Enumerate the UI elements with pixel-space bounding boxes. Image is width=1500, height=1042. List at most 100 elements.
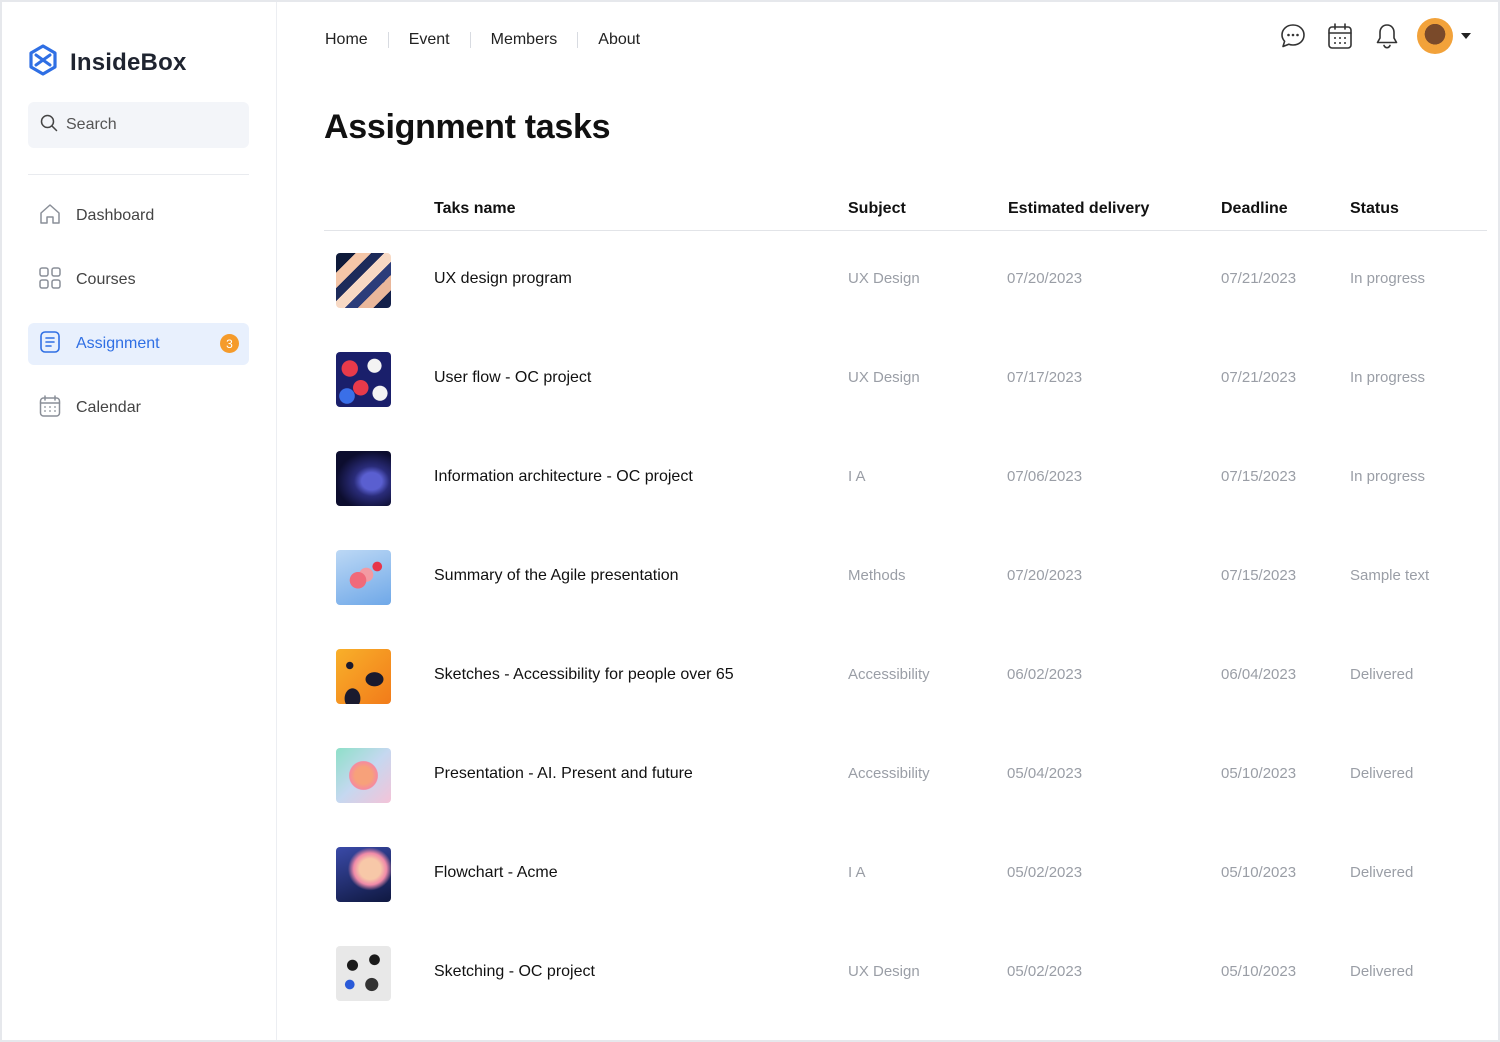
grid-icon	[38, 266, 62, 295]
search-input[interactable]	[66, 116, 236, 134]
logo-icon	[28, 44, 58, 81]
task-status: Delivered	[1350, 765, 1414, 782]
task-thumbnail	[336, 748, 391, 803]
table-row[interactable]: Summary of the Agile presentation Method…	[324, 528, 1487, 627]
sidebar-item-courses[interactable]: Courses	[28, 259, 249, 301]
task-estimated-delivery: 05/04/2023	[1007, 765, 1083, 782]
nav-link-about[interactable]: About	[598, 31, 640, 49]
logo[interactable]: InsideBox	[28, 44, 187, 81]
sidebar-item-calendar[interactable]: Calendar	[28, 387, 249, 429]
task-estimated-delivery: 05/02/2023	[1007, 864, 1083, 881]
task-name: Flowchart - Acme	[434, 864, 558, 881]
task-deadline: 05/10/2023	[1221, 765, 1297, 782]
bell-icon[interactable]	[1372, 21, 1402, 51]
task-name: Sketching - OC project	[434, 963, 595, 980]
task-status: Sample text	[1350, 567, 1430, 584]
document-icon	[38, 330, 62, 359]
task-estimated-delivery: 07/20/2023	[1007, 270, 1083, 287]
table-row[interactable]: Sketching - OC project UX Design 05/02/2…	[324, 924, 1487, 1023]
sidebar-divider	[28, 174, 249, 175]
table-row[interactable]: Flowchart - Acme I A 05/02/2023 05/10/20…	[324, 825, 1487, 924]
search-box[interactable]	[28, 102, 249, 148]
header-actions	[1278, 18, 1471, 54]
task-name: UX design program	[434, 270, 572, 287]
task-deadline: 07/21/2023	[1221, 270, 1297, 287]
task-deadline: 07/15/2023	[1221, 468, 1297, 485]
nav-link-home[interactable]: Home	[325, 31, 368, 49]
task-subject: UX Design	[848, 963, 920, 980]
notification-badge: 3	[220, 334, 239, 353]
task-thumbnail	[336, 550, 391, 605]
nav-separator	[577, 32, 579, 48]
column-header-status[interactable]: Status	[1350, 200, 1399, 218]
logo-text: InsideBox	[70, 48, 187, 76]
task-name: User flow - OC project	[434, 369, 592, 386]
page-title: Assignment tasks	[324, 108, 611, 146]
table-row[interactable]: Presentation - AI. Present and future Ac…	[324, 726, 1487, 825]
nav-separator	[387, 32, 389, 48]
home-icon	[38, 202, 62, 231]
table-row[interactable]: Information architecture - OC project I …	[324, 429, 1487, 528]
task-status: In progress	[1350, 369, 1426, 386]
task-status: In progress	[1350, 468, 1426, 485]
task-status: Delivered	[1350, 864, 1414, 881]
task-estimated-delivery: 05/02/2023	[1007, 963, 1083, 980]
task-subject: UX Design	[848, 369, 920, 386]
top-navigation: Home Event Members About	[325, 31, 640, 49]
column-header-deadline[interactable]: Deadline	[1221, 200, 1288, 218]
task-thumbnail	[336, 847, 391, 902]
task-deadline: 05/10/2023	[1221, 864, 1297, 881]
chevron-down-icon[interactable]	[1461, 33, 1471, 39]
sidebar-item-label: Calendar	[76, 399, 141, 416]
task-thumbnail	[336, 946, 391, 1001]
nav-link-members[interactable]: Members	[491, 31, 558, 49]
task-deadline: 06/04/2023	[1221, 666, 1297, 683]
chat-icon[interactable]	[1278, 21, 1308, 51]
task-subject: Accessibility	[848, 666, 930, 683]
task-thumbnail	[336, 451, 391, 506]
task-estimated-delivery: 07/06/2023	[1007, 468, 1083, 485]
task-status: Delivered	[1350, 963, 1414, 980]
calendar-icon	[38, 394, 62, 423]
task-estimated-delivery: 07/20/2023	[1007, 567, 1083, 584]
task-subject: I A	[848, 864, 866, 881]
task-name: Presentation - AI. Present and future	[434, 765, 693, 782]
task-deadline: 07/15/2023	[1221, 567, 1297, 584]
calendar-icon[interactable]	[1325, 21, 1355, 51]
sidebar-item-dashboard[interactable]: Dashboard	[28, 195, 249, 237]
nav-separator	[469, 32, 471, 48]
task-deadline: 05/10/2023	[1221, 963, 1297, 980]
task-thumbnail	[336, 352, 391, 407]
task-name: Information architecture - OC project	[434, 468, 693, 485]
task-subject: I A	[848, 468, 866, 485]
task-subject: Accessibility	[848, 765, 930, 782]
search-icon	[40, 114, 58, 137]
sidebar-item-label: Dashboard	[76, 207, 155, 224]
table-header: Taks name Subject Estimated delivery Dea…	[324, 192, 1487, 231]
assignments-table: Taks name Subject Estimated delivery Dea…	[324, 192, 1487, 1023]
task-estimated-delivery: 07/17/2023	[1007, 369, 1083, 386]
column-header-subject[interactable]: Subject	[848, 200, 906, 218]
task-thumbnail	[336, 649, 391, 704]
avatar[interactable]	[1417, 18, 1453, 54]
sidebar-item-assignment[interactable]: Assignment 3	[28, 323, 249, 365]
task-status: Delivered	[1350, 666, 1414, 683]
table-row[interactable]: User flow - OC project UX Design 07/17/2…	[324, 330, 1487, 429]
app-window: InsideBox Dashboard Courses	[0, 0, 1500, 1042]
sidebar-nav: Dashboard Courses Assignment 3 Calendar	[28, 195, 249, 451]
task-subject: Methods	[848, 567, 906, 584]
column-header-task-name[interactable]: Taks name	[434, 200, 516, 218]
sidebar-item-label: Assignment	[76, 335, 160, 352]
task-status: In progress	[1350, 270, 1426, 287]
sidebar-item-label: Courses	[76, 271, 136, 288]
task-name: Sketches - Accessibility for people over…	[434, 666, 734, 683]
column-header-estimated-delivery[interactable]: Estimated delivery	[1008, 200, 1149, 218]
task-estimated-delivery: 06/02/2023	[1007, 666, 1083, 683]
task-deadline: 07/21/2023	[1221, 369, 1297, 386]
nav-link-event[interactable]: Event	[409, 31, 450, 49]
task-thumbnail	[336, 253, 391, 308]
task-name: Summary of the Agile presentation	[434, 567, 679, 584]
table-row[interactable]: Sketches - Accessibility for people over…	[324, 627, 1487, 726]
sidebar: InsideBox Dashboard Courses	[2, 2, 277, 1040]
table-row[interactable]: UX design program UX Design 07/20/2023 0…	[324, 231, 1487, 330]
